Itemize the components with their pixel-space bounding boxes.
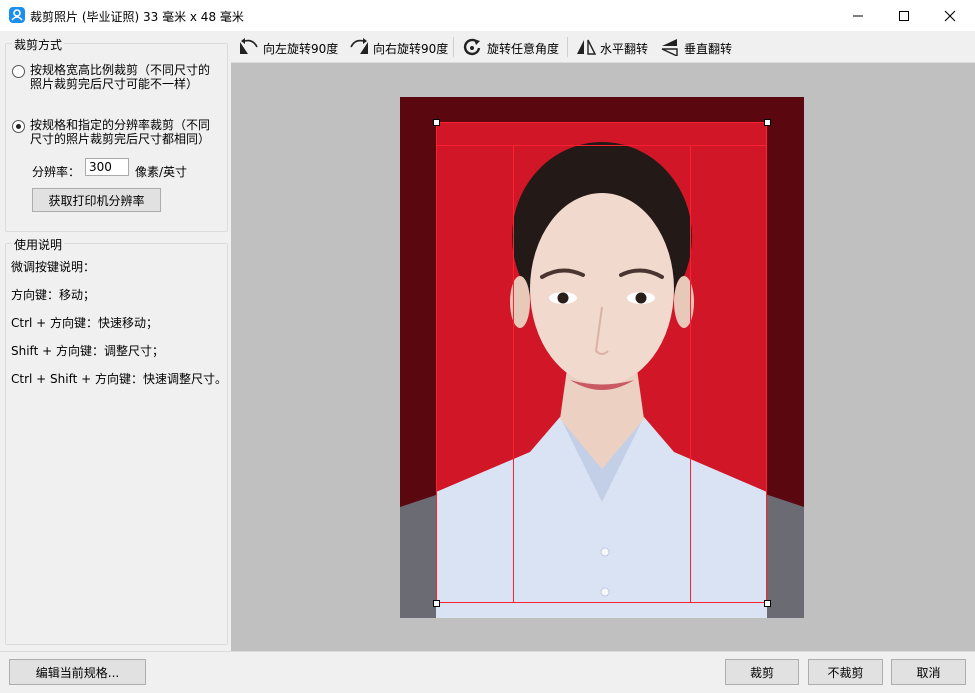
get-printer-resolution-button[interactable]: 获取打印机分辨率 bbox=[32, 188, 161, 212]
help-legend: 使用说明 bbox=[12, 236, 65, 253]
help-line: Ctrl + Shift + 方向键：快速调整尺寸。 bbox=[11, 372, 227, 386]
help-line: Shift + 方向键：调整尺寸； bbox=[11, 344, 164, 358]
crop-handle-top-left[interactable] bbox=[433, 119, 440, 126]
rotate-any-button[interactable]: 旋转任意角度 bbox=[463, 38, 563, 56]
crop-guide-line bbox=[690, 145, 691, 603]
rotate-left-button[interactable]: 向左旋转90度 bbox=[239, 38, 339, 56]
photo-canvas[interactable] bbox=[231, 63, 975, 651]
crop-handle-bottom-left[interactable] bbox=[433, 600, 440, 607]
minimize-icon bbox=[853, 15, 863, 17]
toolbar: 向左旋转90度 向右旋转90度 旋转任意角度 水平翻转 垂直翻转 bbox=[231, 31, 975, 63]
crop-handle-bottom-right[interactable] bbox=[764, 600, 771, 607]
app-icon bbox=[9, 7, 25, 23]
rotate-left-label[interactable]: 向左旋转90度 bbox=[263, 40, 338, 57]
radio-ratio-label[interactable]: 按规格宽高比例裁剪（不同尺寸的照片裁剪完后尺寸可能不一样） bbox=[30, 63, 220, 91]
help-line: 微调按键说明： bbox=[11, 260, 96, 274]
resolution-input[interactable] bbox=[85, 158, 129, 176]
flip-horizontal-label[interactable]: 水平翻转 bbox=[600, 40, 648, 57]
help-line: Ctrl + 方向键：快速移动； bbox=[11, 316, 159, 330]
crop-guide-line bbox=[513, 145, 514, 603]
radio-ratio-indicator[interactable] bbox=[12, 65, 25, 78]
minimize-button[interactable] bbox=[835, 0, 881, 31]
crop-frame[interactable] bbox=[436, 122, 767, 603]
close-icon bbox=[944, 10, 956, 22]
resolution-unit: 像素/英寸 bbox=[135, 165, 188, 179]
crop-guide-line bbox=[436, 145, 767, 146]
flip-horizontal-button[interactable]: 水平翻转 bbox=[576, 38, 652, 56]
flip-vertical-icon bbox=[661, 39, 678, 56]
crop-handle-top-right[interactable] bbox=[764, 119, 771, 126]
bottom-bar: 编辑当前规格... 裁剪 不裁剪 取消 bbox=[0, 651, 975, 693]
flip-horizontal-icon bbox=[577, 39, 596, 55]
rotate-right-icon bbox=[350, 38, 368, 54]
cancel-button[interactable]: 取消 bbox=[891, 659, 966, 685]
rotate-right-button[interactable]: 向右旋转90度 bbox=[349, 38, 449, 56]
edit-spec-button[interactable]: 编辑当前规格... bbox=[9, 659, 146, 685]
no-crop-button[interactable]: 不裁剪 bbox=[808, 659, 883, 685]
maximize-button[interactable] bbox=[881, 0, 927, 31]
flip-vertical-label[interactable]: 垂直翻转 bbox=[684, 40, 732, 57]
radio-resolution-indicator[interactable] bbox=[12, 120, 25, 133]
crop-button[interactable]: 裁剪 bbox=[725, 659, 799, 685]
left-panel: 裁剪方式 按规格宽高比例裁剪（不同尺寸的照片裁剪完后尺寸可能不一样） 按规格和指… bbox=[0, 31, 231, 651]
toolbar-separator bbox=[567, 37, 568, 57]
help-line: 方向键：移动； bbox=[11, 288, 96, 302]
rotate-any-icon bbox=[463, 38, 481, 56]
title-bar: 裁剪照片 (毕业证照) 33 毫米 x 48 毫米 bbox=[0, 0, 975, 32]
maximize-icon bbox=[899, 11, 909, 21]
help-group: 使用说明 bbox=[5, 236, 228, 645]
close-button[interactable] bbox=[927, 0, 973, 31]
flip-vertical-button[interactable]: 垂直翻转 bbox=[660, 38, 736, 56]
resolution-label: 分辨率： bbox=[32, 165, 81, 179]
toolbar-separator bbox=[453, 37, 454, 57]
rotate-any-label[interactable]: 旋转任意角度 bbox=[487, 40, 559, 57]
rotate-right-label[interactable]: 向右旋转90度 bbox=[373, 40, 448, 57]
crop-mode-legend: 裁剪方式 bbox=[12, 36, 65, 53]
window-title: 裁剪照片 (毕业证照) 33 毫米 x 48 毫米 bbox=[30, 10, 244, 24]
radio-resolution-label[interactable]: 按规格和指定的分辨率裁剪（不同尺寸的照片裁剪完后尺寸都相同） bbox=[30, 118, 220, 146]
rotate-left-icon bbox=[240, 38, 258, 54]
